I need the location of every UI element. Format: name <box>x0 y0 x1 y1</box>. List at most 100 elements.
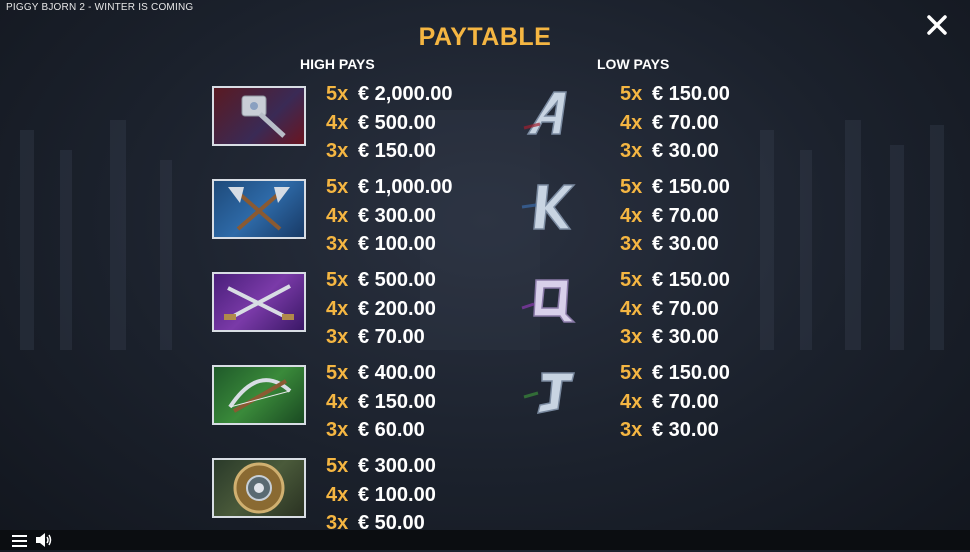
pays-list: 5x € 150.00 4x € 70.00 3x € 30.00 <box>620 173 730 259</box>
pays-list: 5x € 500.00 4x € 200.00 3x € 70.00 <box>326 266 436 352</box>
pay-line: 3x € 30.00 <box>620 230 730 259</box>
pay-amount: € 300.00 <box>358 204 436 227</box>
game-title: PIGGY BJORN 2 - WINTER IS COMING <box>6 2 194 13</box>
multiplier: 4x <box>326 204 349 227</box>
multiplier: 3x <box>326 233 349 256</box>
paytable-heading: PAYTABLE <box>418 23 552 51</box>
multiplier: 4x <box>620 111 643 134</box>
pay-amount: € 300.00 <box>358 455 436 477</box>
pay-line: 4x € 500.00 <box>326 109 453 138</box>
pay-line: 5x € 300.00 <box>326 452 436 481</box>
pay-amount: € 500.00 <box>358 269 436 291</box>
pay-line: 4x € 70.00 <box>620 388 730 417</box>
pays-list: 5x € 300.00 4x € 100.00 3x € 50.00 <box>326 452 436 538</box>
background-forest <box>20 110 944 350</box>
pay-line: 3x € 100.00 <box>326 230 453 259</box>
pay-line: 5x € 150.00 <box>620 359 730 388</box>
crossed-swords-symbol <box>212 272 306 332</box>
pay-amount: € 150.00 <box>358 140 436 163</box>
multiplier: 4x <box>620 390 643 413</box>
pay-line: 4x € 300.00 <box>326 202 453 231</box>
crossbow-icon <box>228 378 292 413</box>
hammer-icon <box>241 95 286 138</box>
crossed-axes-symbol <box>212 179 306 239</box>
menu-button[interactable] <box>12 534 27 547</box>
pays-list: 5x € 150.00 4x € 70.00 3x € 30.00 <box>620 359 730 445</box>
multiplier: 4x <box>326 483 349 506</box>
letter-k-symbol-icon <box>521 184 576 230</box>
pay-line: 5x € 1,000.00 <box>326 173 453 202</box>
pay-line: 5x € 400.00 <box>326 359 436 388</box>
crossed-swords-icon <box>224 284 294 320</box>
letter-a-symbol-icon <box>523 91 567 135</box>
pays-list: 5x € 150.00 4x € 70.00 3x € 30.00 <box>620 266 730 352</box>
multiplier: 3x <box>620 419 643 442</box>
multiplier: 5x <box>326 362 349 384</box>
high-pays-heading: HIGH PAYS <box>300 56 375 72</box>
letter-j-symbol-icon <box>523 372 575 414</box>
multiplier: 4x <box>326 297 349 320</box>
pay-amount: € 150.00 <box>358 390 436 413</box>
multiplier: 5x <box>620 83 643 105</box>
multiplier: 5x <box>326 83 349 105</box>
multiplier: 5x <box>326 455 349 477</box>
shield-symbol <box>212 458 306 518</box>
pay-amount: € 30.00 <box>652 419 719 442</box>
pay-amount: € 60.00 <box>358 419 425 442</box>
pay-line: 3x € 30.00 <box>620 137 730 166</box>
pay-amount: € 150.00 <box>652 269 730 291</box>
crossed-axes-icon <box>228 187 290 231</box>
multiplier: 3x <box>620 326 643 349</box>
pay-amount: € 2,000.00 <box>358 83 453 105</box>
pay-amount: € 30.00 <box>652 233 719 256</box>
pay-amount: € 70.00 <box>652 111 719 134</box>
hammer-symbol <box>212 86 306 146</box>
pay-amount: € 30.00 <box>652 140 719 163</box>
pay-amount: € 150.00 <box>652 176 730 198</box>
pay-line: 3x € 30.00 <box>620 416 730 445</box>
multiplier: 5x <box>326 176 349 198</box>
shield-icon <box>233 462 285 514</box>
pay-line: 5x € 150.00 <box>620 80 730 109</box>
speaker-icon <box>36 533 52 547</box>
pay-amount: € 1,000.00 <box>358 176 453 198</box>
pays-list: 5x € 400.00 4x € 150.00 3x € 60.00 <box>326 359 436 445</box>
pay-line: 5x € 500.00 <box>326 266 436 295</box>
multiplier: 4x <box>326 390 349 413</box>
multiplier: 5x <box>620 269 643 291</box>
pay-line: 3x € 60.00 <box>326 416 436 445</box>
pay-line: 4x € 70.00 <box>620 109 730 138</box>
background <box>0 0 970 550</box>
pay-line: 5x € 150.00 <box>620 173 730 202</box>
multiplier: 3x <box>620 140 643 163</box>
multiplier: 4x <box>620 204 643 227</box>
pays-list: 5x € 150.00 4x € 70.00 3x € 30.00 <box>620 80 730 166</box>
letter-q-symbol-icon <box>521 279 576 323</box>
multiplier: 3x <box>326 419 349 442</box>
bottom-bar <box>0 530 970 550</box>
sound-button[interactable] <box>36 533 52 547</box>
pay-line: 4x € 100.00 <box>326 481 436 510</box>
menu-icon <box>12 535 27 547</box>
pays-list: 5x € 2,000.00 4x € 500.00 3x € 150.00 <box>326 80 453 166</box>
pay-line: 5x € 2,000.00 <box>326 80 453 109</box>
pay-amount: € 150.00 <box>652 362 730 384</box>
multiplier: 5x <box>620 176 643 198</box>
multiplier: 5x <box>620 362 643 384</box>
multiplier: 4x <box>326 111 349 134</box>
pay-amount: € 70.00 <box>652 204 719 227</box>
pay-amount: € 150.00 <box>652 83 730 105</box>
pay-amount: € 100.00 <box>358 483 436 506</box>
pays-list: 5x € 1,000.00 4x € 300.00 3x € 100.00 <box>326 173 453 259</box>
pay-line: 5x € 150.00 <box>620 266 730 295</box>
pay-amount: € 70.00 <box>358 326 425 349</box>
multiplier: 4x <box>620 297 643 320</box>
pay-amount: € 70.00 <box>652 390 719 413</box>
multiplier: 3x <box>620 233 643 256</box>
multiplier: 3x <box>326 326 349 349</box>
pay-line: 4x € 200.00 <box>326 295 436 324</box>
pay-amount: € 500.00 <box>358 111 436 134</box>
multiplier: 3x <box>326 140 349 163</box>
pay-line: 3x € 150.00 <box>326 137 453 166</box>
pay-amount: € 400.00 <box>358 362 436 384</box>
